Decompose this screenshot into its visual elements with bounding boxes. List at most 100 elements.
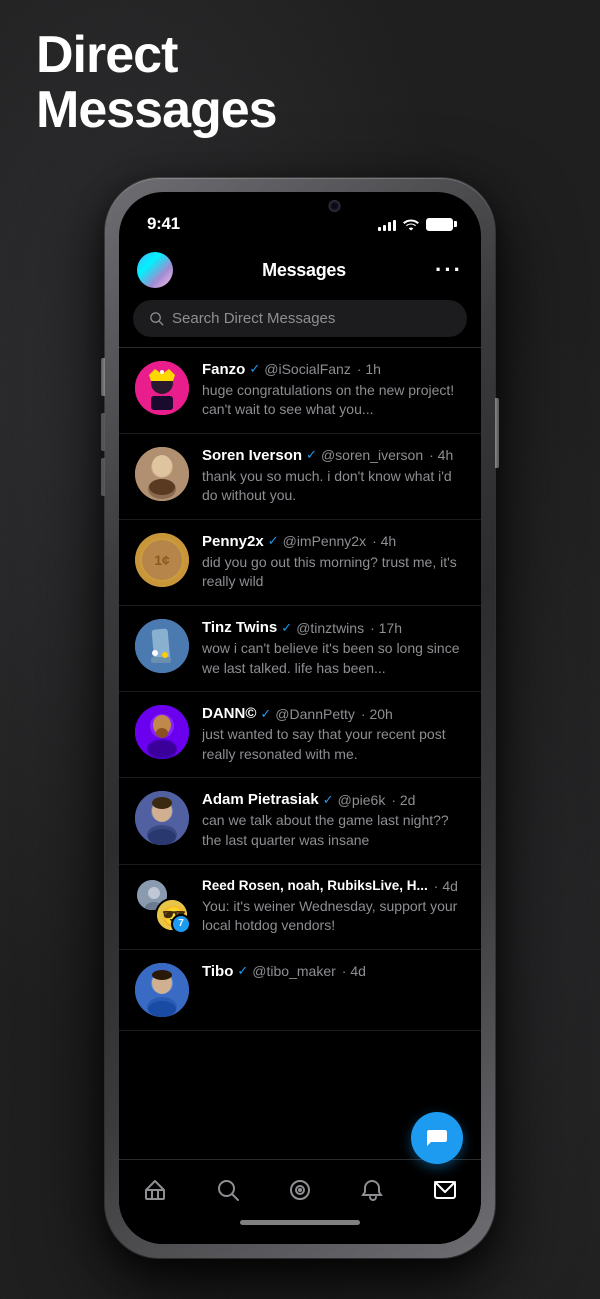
- message-item[interactable]: Adam Pietrasiak ✓ @pie6k · 2d can we tal…: [119, 778, 481, 864]
- title-line1: Direct: [36, 28, 277, 83]
- verified-badge: ✓: [249, 361, 260, 377]
- sender-name: Tinz Twins: [202, 619, 277, 636]
- message-body: Fanzo ✓ @iSocialFanz · 1h huge congratul…: [202, 361, 465, 420]
- nav-messages[interactable]: [421, 1172, 469, 1208]
- sender-handle: @soren_iverson: [321, 447, 423, 463]
- front-camera: [329, 200, 341, 212]
- app-content: Messages ··· Search Direct Messages: [119, 242, 481, 1244]
- sender-handle: @pie6k: [338, 792, 386, 808]
- sender-name: Fanzo: [202, 361, 245, 378]
- verified-badge: ✓: [281, 620, 292, 636]
- sender-handle: @DannPetty: [275, 706, 355, 722]
- time-ago: · 17h: [370, 620, 402, 636]
- verified-badge: ✓: [260, 706, 271, 722]
- user-avatar[interactable]: [137, 252, 173, 288]
- message-body: Adam Pietrasiak ✓ @pie6k · 2d can we tal…: [202, 791, 465, 850]
- sender-name: Penny2x: [202, 533, 264, 550]
- message-item[interactable]: DANN© ✓ @DannPetty · 20h just wanted to …: [119, 692, 481, 778]
- verified-badge: ✓: [268, 533, 279, 549]
- avatar-container: [135, 791, 189, 845]
- avatar-container: 1¢: [135, 533, 189, 587]
- background-title: Direct Messages: [36, 28, 277, 137]
- search-bar[interactable]: Search Direct Messages: [133, 300, 467, 337]
- nav-search[interactable]: [204, 1172, 252, 1208]
- avatar: [135, 705, 189, 759]
- sender-name: Soren Iverson: [202, 447, 302, 464]
- unread-badge: 7: [171, 914, 191, 934]
- wifi-icon: [403, 218, 419, 231]
- new-message-fab[interactable]: [411, 1112, 463, 1164]
- nav-home[interactable]: [131, 1172, 179, 1208]
- spaces-icon: [288, 1178, 312, 1202]
- avatar-container: [135, 361, 189, 415]
- nav-spaces[interactable]: [276, 1172, 324, 1208]
- message-item[interactable]: Fanzo ✓ @iSocialFanz · 1h huge congratul…: [119, 348, 481, 434]
- status-time: 9:41: [147, 214, 180, 234]
- avatar-container: [135, 963, 189, 1017]
- message-item[interactable]: 😎 7 Reed Rosen, noah, RubiksLive, H... ·…: [119, 865, 481, 950]
- message-body: Reed Rosen, noah, RubiksLive, H... · 4d …: [202, 878, 465, 936]
- message-preview: thank you so much. i don't know what i'd…: [202, 467, 465, 506]
- avatar-container: [135, 705, 189, 759]
- more-options-button[interactable]: ···: [435, 257, 463, 283]
- time-ago: · 4h: [372, 533, 396, 549]
- svg-text:1¢: 1¢: [154, 552, 170, 568]
- avatar: [135, 791, 189, 845]
- mail-icon: [433, 1178, 457, 1202]
- message-body: Soren Iverson ✓ @soren_iverson · 4h than…: [202, 447, 465, 506]
- message-body: Tinz Twins ✓ @tinztwins · 17h wow i can'…: [202, 619, 465, 678]
- avatar: [135, 447, 189, 501]
- sender-handle: @imPenny2x: [283, 533, 366, 549]
- message-item[interactable]: Tinz Twins ✓ @tinztwins · 17h wow i can'…: [119, 606, 481, 692]
- avatar: [135, 619, 189, 673]
- home-indicator: [119, 1208, 481, 1236]
- verified-badge: ✓: [237, 963, 248, 979]
- message-item[interactable]: Soren Iverson ✓ @soren_iverson · 4h than…: [119, 434, 481, 520]
- sender-handle: @tinztwins: [296, 620, 364, 636]
- time-ago: · 4d: [434, 878, 458, 894]
- time-ago: · 20h: [361, 706, 393, 722]
- sender-name: Reed Rosen, noah, RubiksLive, H...: [202, 878, 428, 893]
- sender-name: Tibo: [202, 963, 233, 980]
- message-body: Tibo ✓ @tibo_maker · 4d: [202, 963, 465, 983]
- title-line2: Messages: [36, 83, 277, 138]
- avatar: 1¢: [135, 533, 189, 587]
- messages-header: Messages ···: [119, 242, 481, 300]
- message-preview: huge congratulations on the new project!…: [202, 381, 465, 420]
- home-bar: [240, 1220, 360, 1225]
- time-ago: · 1h: [357, 361, 381, 377]
- notch: [228, 192, 373, 220]
- compose-icon: [425, 1126, 449, 1150]
- bell-icon: [361, 1178, 383, 1202]
- sender-name: Adam Pietrasiak: [202, 791, 319, 808]
- avatar: [135, 361, 189, 415]
- messages-list: Fanzo ✓ @iSocialFanz · 1h huge congratul…: [119, 348, 481, 1160]
- message-body: Penny2x ✓ @imPenny2x · 4h did you go out…: [202, 533, 465, 592]
- avatar-container: [135, 447, 189, 501]
- home-icon: [143, 1178, 167, 1202]
- header-title: Messages: [262, 260, 346, 281]
- verified-badge: ✓: [323, 792, 334, 808]
- sender-name: DANN©: [202, 705, 256, 722]
- time-ago: · 4d: [342, 963, 366, 979]
- phone-frame: 9:41: [105, 178, 495, 1258]
- avatar-container: [135, 619, 189, 673]
- message-item[interactable]: Tibo ✓ @tibo_maker · 4d: [119, 950, 481, 1031]
- message-preview: wow i can't believe it's been so long si…: [202, 639, 465, 678]
- avatar-container: 😎 7: [135, 878, 189, 932]
- bottom-nav: [119, 1159, 481, 1244]
- time-ago: · 4h: [429, 447, 453, 463]
- search-nav-icon: [216, 1178, 240, 1202]
- avatar: [135, 963, 189, 1017]
- message-item[interactable]: 1¢ Penny2x ✓ @imPenny2x · 4h did you go …: [119, 520, 481, 606]
- status-icons: [378, 218, 453, 231]
- verified-badge: ✓: [306, 447, 317, 463]
- message-preview: did you go out this morning? trust me, i…: [202, 553, 465, 592]
- phone-screen: 9:41: [119, 192, 481, 1244]
- battery-icon: [426, 218, 453, 231]
- message-preview: can we talk about the game last night?? …: [202, 811, 465, 850]
- sender-handle: @iSocialFanz: [264, 361, 351, 377]
- message-preview: just wanted to say that your recent post…: [202, 725, 465, 764]
- signal-icon: [378, 218, 396, 231]
- nav-notifications[interactable]: [348, 1172, 396, 1208]
